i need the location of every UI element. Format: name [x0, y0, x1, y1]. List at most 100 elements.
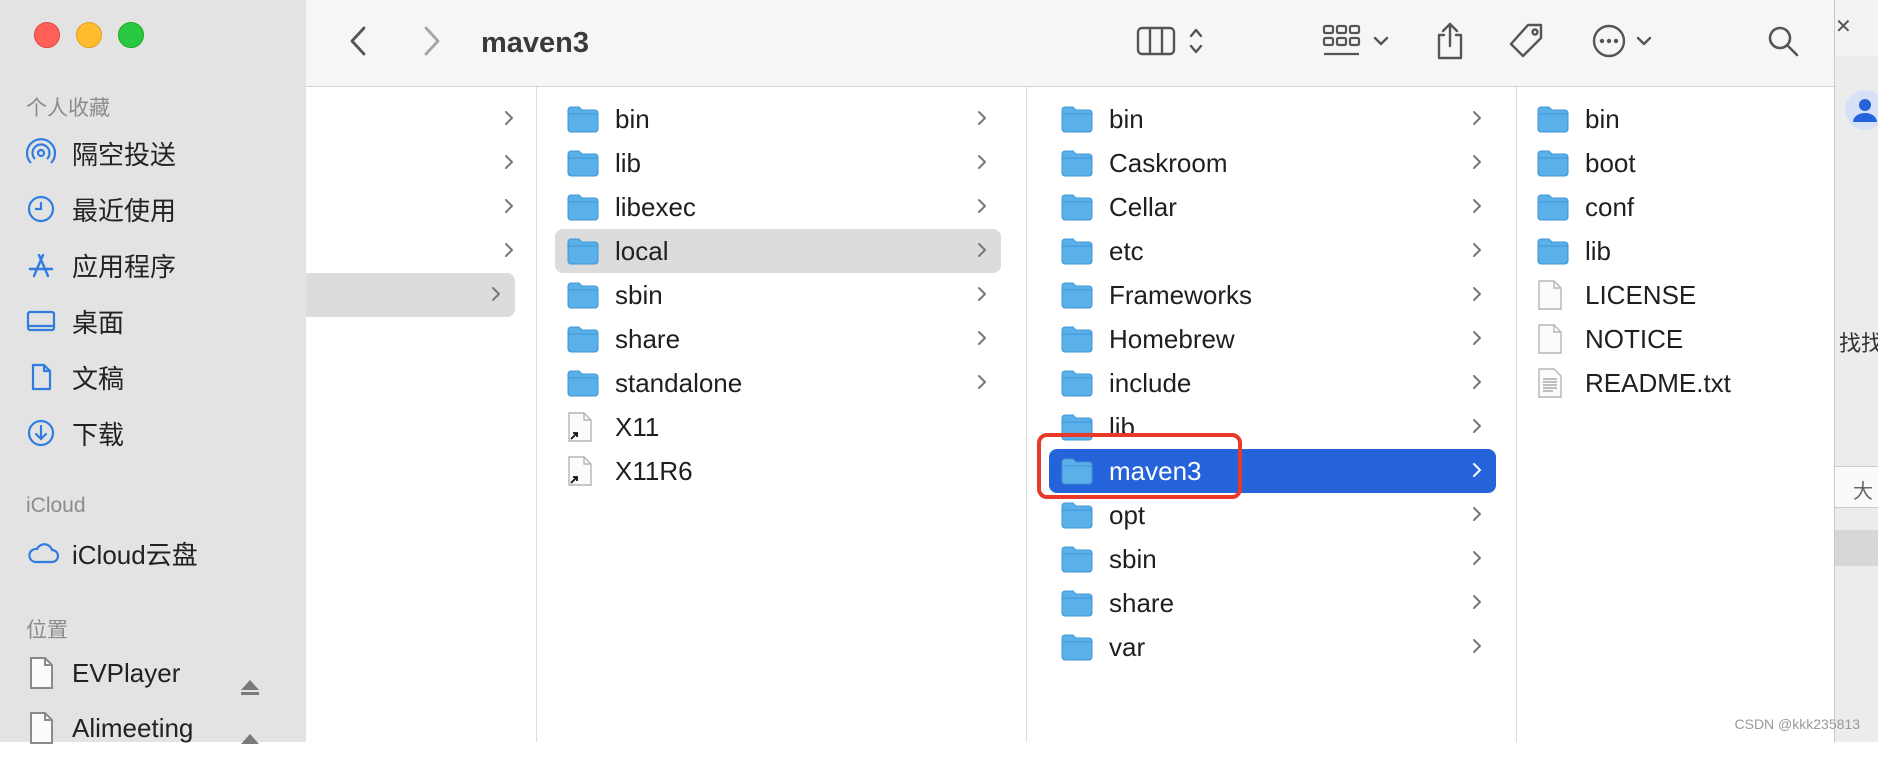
chevron-right-icon	[1472, 110, 1482, 131]
column-row[interactable]: Frameworks	[1049, 273, 1496, 317]
column-row[interactable]: standalone	[555, 361, 1001, 405]
column-row[interactable]: share	[555, 317, 1001, 361]
column-row[interactable]: README.txt	[1525, 361, 1825, 405]
column-row-selected[interactable]: local	[555, 229, 1001, 273]
tag-button[interactable]	[1506, 0, 1546, 86]
ellipsis-circle-icon	[1591, 23, 1627, 64]
folder-icon	[1061, 368, 1093, 398]
folder-icon	[1537, 192, 1569, 222]
sidebar: 个人收藏 隔空投送 最近使用 应用程序 桌面 文稿 下载 iCloud iClo…	[0, 0, 307, 744]
sidebar-item-label: iCloud云盘	[72, 539, 198, 570]
column-row[interactable]: Caskroom	[1049, 141, 1496, 185]
eject-icon[interactable]	[238, 678, 262, 703]
share-icon	[1434, 21, 1466, 66]
folder-icon	[1061, 544, 1093, 574]
chevron-right-icon	[977, 242, 987, 263]
sidebar-item-alimeeting[interactable]: Alimeeting	[26, 706, 193, 750]
sidebar-item-label: 下载	[72, 419, 125, 450]
column-row[interactable]: sbin	[1049, 537, 1496, 581]
column-row[interactable]: NOTICE	[1525, 317, 1825, 361]
folder-icon	[1537, 104, 1569, 134]
column-row[interactable]: boot	[1525, 141, 1825, 185]
more-actions-button[interactable]	[1591, 0, 1653, 86]
column-row[interactable]: var	[1049, 625, 1496, 669]
sidebar-item-label: EVPlayer	[72, 657, 181, 688]
search-icon	[1766, 24, 1800, 63]
alias-file-icon	[567, 456, 599, 486]
column-row[interactable]: etc	[1049, 229, 1496, 273]
column-row[interactable]: lib	[1525, 229, 1825, 273]
item-name: X11	[615, 411, 660, 442]
sidebar-item-applications[interactable]: 应用程序	[26, 243, 176, 287]
column-row[interactable]: share	[1049, 581, 1496, 625]
column-row[interactable]	[306, 97, 528, 141]
item-name: Caskroom	[1109, 147, 1228, 178]
column-row[interactable]: bin	[1525, 97, 1825, 141]
column-row[interactable]: opt	[1049, 493, 1496, 537]
column-row[interactable]: Cellar	[1049, 185, 1496, 229]
column-row[interactable]: X11	[555, 405, 1001, 449]
chevron-right-icon	[1472, 330, 1482, 351]
column-row[interactable]	[306, 141, 528, 185]
folder-icon	[567, 324, 599, 354]
avatar	[1845, 90, 1878, 130]
column-row[interactable]: sbin	[555, 273, 1001, 317]
item-name: LICENSE	[1585, 279, 1697, 310]
zoom-window-button[interactable]	[118, 22, 144, 48]
toolbar: maven3	[306, 0, 1834, 87]
file-icon	[1537, 324, 1569, 354]
column-1	[306, 87, 537, 742]
folder-icon	[1061, 236, 1093, 266]
eject-icon[interactable]	[238, 732, 262, 757]
sidebar-item-label: 最近使用	[72, 195, 177, 226]
item-name: lib	[615, 147, 642, 178]
column-row[interactable]: bin	[1049, 97, 1496, 141]
sidebar-item-documents[interactable]: 文稿	[26, 355, 124, 399]
clock-icon	[26, 192, 60, 226]
column-row[interactable]: X11R6	[555, 449, 1001, 493]
sidebar-item-airdrop[interactable]: 隔空投送	[26, 131, 176, 175]
background-window-field: 大	[1835, 466, 1878, 508]
forward-button[interactable]	[420, 0, 442, 86]
sidebar-item-downloads[interactable]: 下载	[26, 411, 124, 455]
column-row[interactable]: lib	[555, 141, 1001, 185]
column-row[interactable]	[306, 185, 528, 229]
sidebar-item-icloud-drive[interactable]: iCloud云盘	[26, 531, 198, 575]
column-row[interactable]: include	[1049, 361, 1496, 405]
search-button[interactable]	[1766, 0, 1800, 86]
sidebar-item-recents[interactable]: 最近使用	[26, 187, 176, 231]
chevron-right-icon	[1472, 418, 1482, 439]
item-name: Cellar	[1109, 191, 1177, 222]
chevron-down-icon	[1372, 34, 1390, 52]
column-row[interactable]	[306, 229, 528, 273]
background-window-text: 找找	[1839, 331, 1878, 356]
chevron-right-icon	[977, 330, 987, 351]
item-name: etc	[1109, 235, 1144, 266]
folder-icon	[567, 280, 599, 310]
sidebar-item-evplayer[interactable]: EVPlayer	[26, 651, 180, 695]
column-row[interactable]: libexec	[555, 185, 1001, 229]
close-window-button[interactable]	[34, 22, 60, 48]
column-row-selected[interactable]	[306, 273, 515, 317]
minimize-window-button[interactable]	[76, 22, 102, 48]
group-button[interactable]	[1322, 0, 1390, 86]
chevron-right-icon	[977, 286, 987, 307]
column-row[interactable]: Homebrew	[1049, 317, 1496, 361]
back-button[interactable]	[348, 0, 370, 86]
item-name: bin	[1585, 103, 1620, 134]
alias-file-icon	[567, 412, 599, 442]
column-row[interactable]: bin	[555, 97, 1001, 141]
item-name: opt	[1109, 499, 1146, 530]
folder-icon	[567, 192, 599, 222]
folder-icon	[1061, 588, 1093, 618]
share-button[interactable]	[1434, 0, 1466, 86]
column-row[interactable]: conf	[1525, 185, 1825, 229]
view-mode-button[interactable]	[1136, 0, 1204, 86]
chevron-right-icon	[977, 198, 987, 219]
column-row[interactable]: LICENSE	[1525, 273, 1825, 317]
folder-icon	[567, 148, 599, 178]
background-window-field-label: 大	[1853, 481, 1873, 503]
item-name: sbin	[615, 279, 663, 310]
icloud-header: iCloud	[26, 494, 86, 517]
sidebar-item-desktop[interactable]: 桌面	[26, 299, 124, 343]
